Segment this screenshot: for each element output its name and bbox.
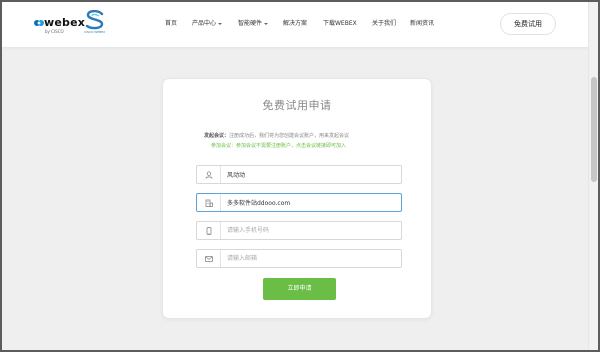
- nav-item-news[interactable]: 新闻资讯: [410, 19, 434, 29]
- apply-now-button[interactable]: 立即申请: [263, 278, 336, 300]
- nav-item-about[interactable]: 关于我们: [372, 19, 396, 29]
- free-trial-button[interactable]: 免费试用: [500, 13, 556, 35]
- webex-logo-text: webex: [44, 16, 86, 29]
- name-input[interactable]: [227, 166, 397, 183]
- host-meeting-label: 发起会议：: [204, 133, 230, 139]
- phone-field[interactable]: [196, 221, 402, 240]
- mail-icon: [204, 255, 213, 262]
- name-field[interactable]: [196, 165, 402, 184]
- nav-item-download[interactable]: 下载WEBEX: [323, 19, 357, 29]
- chevron-down-icon: [264, 22, 269, 25]
- partner-logo-caption: CISCO WEBEX: [84, 30, 106, 34]
- phone-input[interactable]: [227, 222, 397, 239]
- trial-application-form: 免费试用申请 发起会议：注册成功后，我们将为您创建会议账户，用来发起会议 参加会…: [162, 78, 432, 319]
- webex-logo[interactable]: webex by CISCO: [34, 15, 86, 35]
- chevron-down-icon: [218, 22, 223, 25]
- email-input[interactable]: [227, 250, 397, 267]
- scrollbar-thumb[interactable]: [591, 77, 597, 182]
- nav-item-products[interactable]: 产品中心: [192, 19, 223, 29]
- form-title: 免费试用申请: [262, 99, 332, 112]
- browser-viewport: webex by CISCO CISCO WEBEX 首页 产品中心 智能硬件 …: [2, 2, 598, 350]
- site-header: webex by CISCO CISCO WEBEX 首页 产品中心 智能硬件 …: [2, 2, 588, 47]
- join-meeting-note: 参加会议：参加会议不需要注册账户，点击会议链接即可加入: [211, 143, 347, 149]
- nav-item-hardware[interactable]: 智能硬件: [238, 19, 269, 29]
- company-input[interactable]: [227, 194, 397, 211]
- nav-item-home[interactable]: 首页: [165, 19, 177, 29]
- phone-icon: [206, 226, 211, 235]
- host-meeting-text: 注册成功后，我们将为您创建会议账户，用来发起会议: [229, 133, 350, 139]
- building-icon: [205, 199, 213, 207]
- webex-logo-byline: by CISCO: [45, 29, 64, 34]
- partner-logo-icon: [85, 9, 104, 30]
- email-field[interactable]: [196, 249, 402, 268]
- partner-logo[interactable]: CISCO WEBEX: [83, 9, 107, 36]
- page-scrollbar[interactable]: [588, 2, 598, 350]
- host-meeting-note: 发起会议：注册成功后，我们将为您创建会议账户，用来发起会议: [204, 132, 349, 139]
- company-field[interactable]: [196, 193, 402, 212]
- webex-logo-icon: [34, 20, 44, 26]
- user-icon: [205, 170, 212, 179]
- nav-item-solutions[interactable]: 解决方案: [283, 19, 307, 29]
